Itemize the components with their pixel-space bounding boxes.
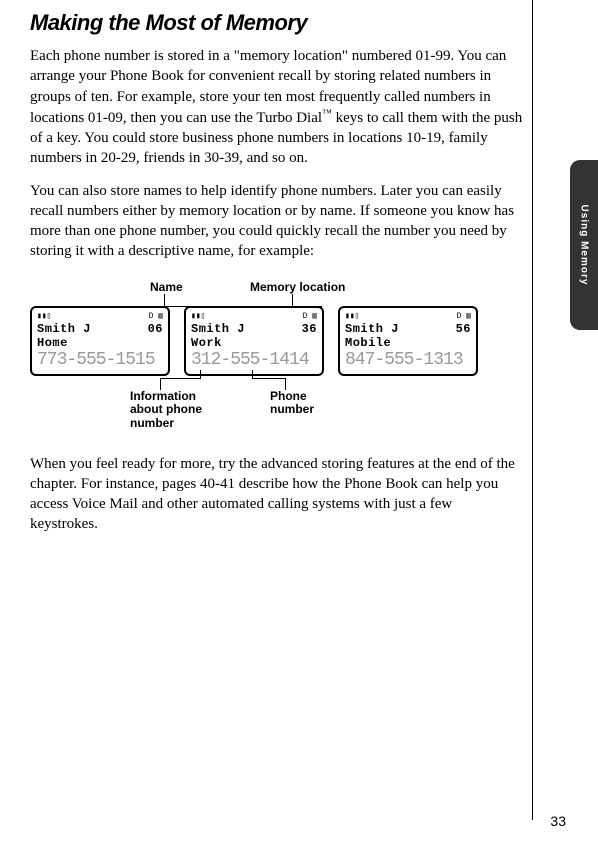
screen-name: Smith J bbox=[345, 322, 399, 336]
screen-location: 06 bbox=[148, 322, 163, 336]
screen-name-row: Smith J 06 bbox=[37, 322, 163, 336]
screen-status-bar: ▮▮▯ D ▥ bbox=[191, 311, 317, 321]
connector-line bbox=[200, 370, 201, 378]
page-number: 33 bbox=[550, 813, 566, 829]
connector-line bbox=[252, 370, 253, 378]
screen-name: Smith J bbox=[191, 322, 245, 336]
page-content: Making the Most of Memory Each phone num… bbox=[0, 0, 598, 557]
screen-description: Work bbox=[191, 336, 317, 350]
screen-description: Mobile bbox=[345, 336, 471, 350]
signal-icon: ▮▮▯ bbox=[191, 311, 205, 321]
connector-line bbox=[160, 378, 201, 379]
phone-screen: ▮▮▯ D ▥ Smith J 36 Work 312-555-1414 bbox=[184, 306, 324, 376]
label-name: Name bbox=[150, 280, 183, 294]
screen-phone-number: 773-555-1515 bbox=[37, 350, 163, 370]
screen-name: Smith J bbox=[37, 322, 91, 336]
phone-screen: ▮▮▯ D ▥ Smith J 06 Home 773-555-1515 bbox=[30, 306, 170, 376]
battery-icon: D ▥ bbox=[457, 311, 471, 321]
phone-screens-row: ▮▮▯ D ▥ Smith J 06 Home 773-555-1515 ▮▮▯… bbox=[30, 306, 478, 376]
signal-icon: ▮▮▯ bbox=[345, 311, 359, 321]
screen-status-bar: ▮▮▯ D ▥ bbox=[37, 311, 163, 321]
body-paragraph-2: You can also store names to help identif… bbox=[30, 181, 523, 262]
page-title: Making the Most of Memory bbox=[30, 10, 523, 36]
label-memory-location: Memory location bbox=[250, 280, 345, 294]
connector-line bbox=[252, 378, 285, 379]
battery-icon: D ▥ bbox=[149, 311, 163, 321]
screen-location: 56 bbox=[456, 322, 471, 336]
phone-screen-diagram: Name Memory location ▮▮▯ D ▥ Smith J 06 … bbox=[30, 280, 523, 440]
body-paragraph-3: When you feel ready for more, try the ad… bbox=[30, 454, 523, 535]
connector-line bbox=[164, 294, 165, 306]
screen-description: Home bbox=[37, 336, 163, 350]
connector-line bbox=[285, 378, 286, 390]
screen-name-row: Smith J 56 bbox=[345, 322, 471, 336]
screen-phone-number: 847-555-1313 bbox=[345, 350, 471, 370]
battery-icon: D ▥ bbox=[303, 311, 317, 321]
connector-line bbox=[160, 378, 161, 390]
signal-icon: ▮▮▯ bbox=[37, 311, 51, 321]
screen-location: 36 bbox=[302, 322, 317, 336]
label-information: Information about phone number bbox=[130, 390, 230, 431]
body-paragraph-1: Each phone number is stored in a "memory… bbox=[30, 46, 523, 169]
label-phone-number: Phone number bbox=[270, 390, 340, 418]
screen-phone-number: 312-555-1414 bbox=[191, 350, 317, 370]
screen-name-row: Smith J 36 bbox=[191, 322, 317, 336]
connector-line bbox=[292, 294, 293, 306]
phone-screen: ▮▮▯ D ▥ Smith J 56 Mobile 847-555-1313 bbox=[338, 306, 478, 376]
screen-status-bar: ▮▮▯ D ▥ bbox=[345, 311, 471, 321]
trademark-symbol: ™ bbox=[322, 108, 332, 119]
